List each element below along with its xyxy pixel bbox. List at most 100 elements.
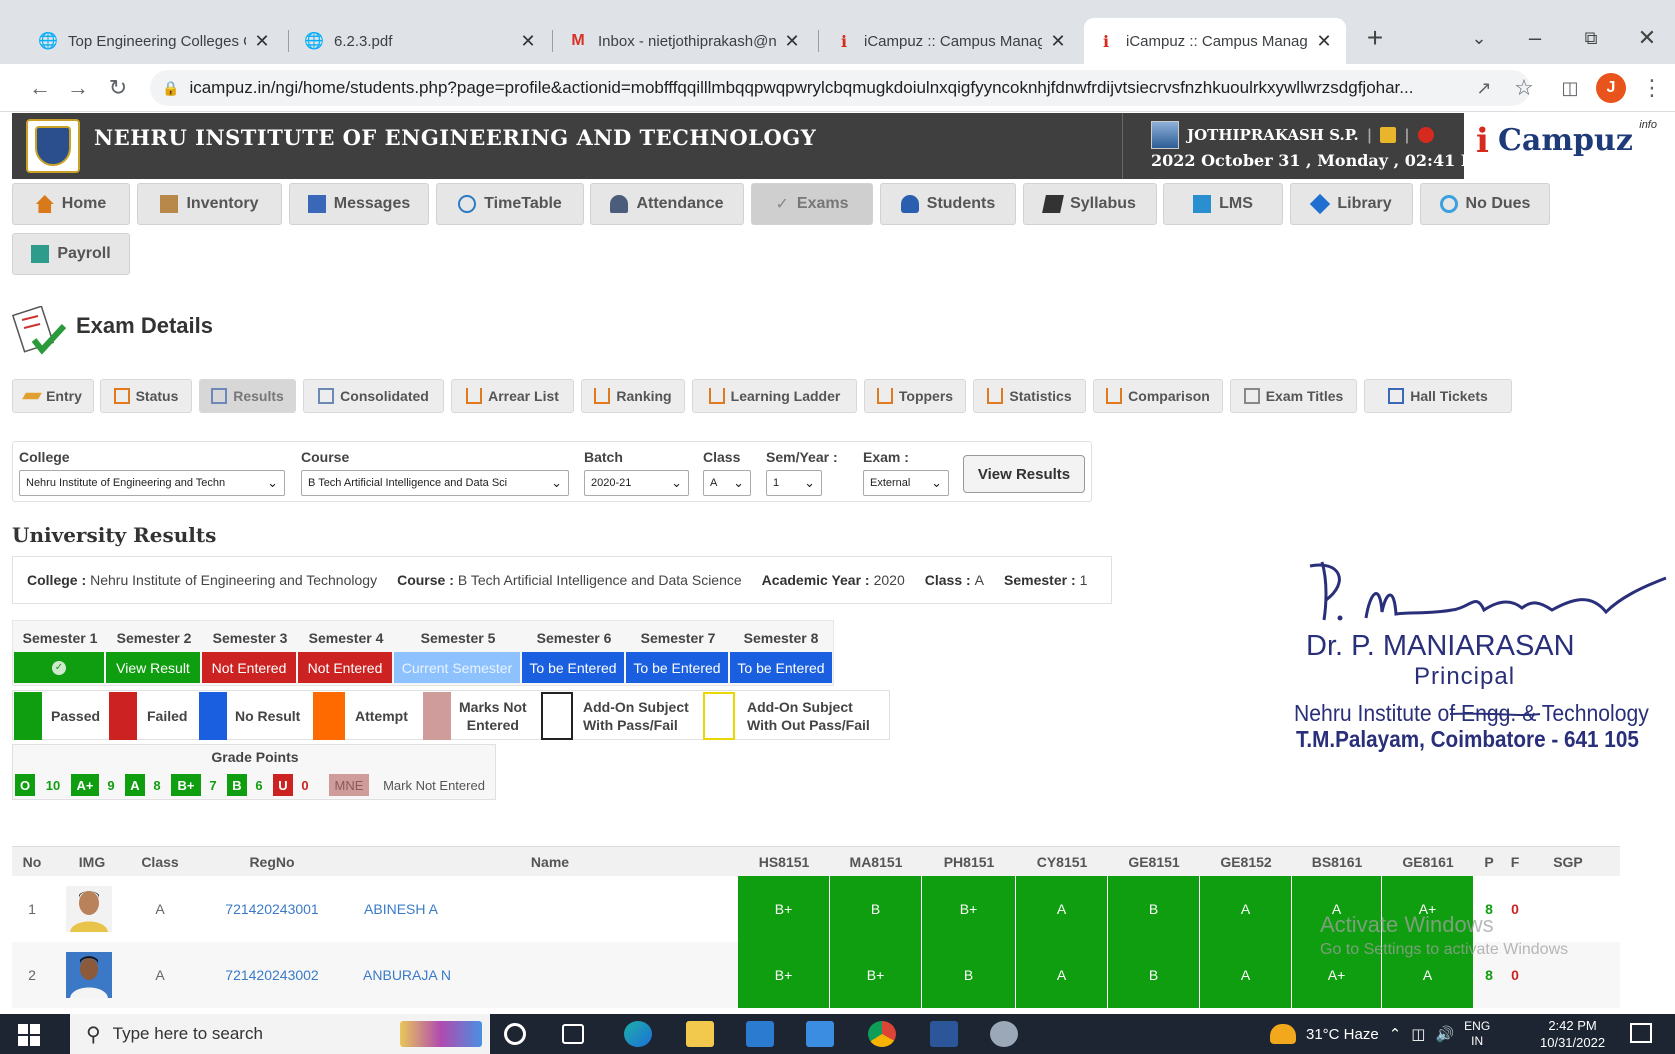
windows-start-icon[interactable] bbox=[18, 1024, 40, 1046]
user-photo[interactable] bbox=[1151, 121, 1179, 149]
nav-messages[interactable]: Messages bbox=[289, 183, 429, 225]
tab-learning-ladder[interactable]: Learning Ladder bbox=[692, 379, 857, 413]
tab-arrear-list[interactable]: Arrear List bbox=[451, 379, 574, 413]
library-icon bbox=[1310, 193, 1331, 215]
word-icon[interactable] bbox=[930, 1021, 958, 1047]
cortana-icon[interactable] bbox=[504, 1023, 526, 1045]
bookmark-star-icon[interactable]: ☆ bbox=[1506, 70, 1542, 106]
tab-consolidated[interactable]: Consolidated bbox=[303, 379, 444, 413]
activate-windows-watermark: Activate Windows bbox=[1320, 912, 1494, 937]
url-bar[interactable]: 🔒 icampuz.in/ngi/home/students.php?page=… bbox=[150, 70, 1530, 106]
institution-logo bbox=[26, 119, 80, 173]
new-tab-icon[interactable]: + bbox=[1352, 18, 1398, 58]
close-tab-icon[interactable]: ✕ bbox=[252, 31, 272, 52]
semester-2-view-result[interactable]: View Result bbox=[106, 652, 200, 683]
class-cell: A bbox=[155, 901, 165, 917]
tab-hall-tickets[interactable]: Hall Tickets bbox=[1364, 379, 1512, 413]
regno-link[interactable]: 721420243001 bbox=[192, 876, 352, 942]
grade-badge: U bbox=[273, 774, 293, 796]
mail-icon[interactable] bbox=[1380, 127, 1397, 143]
browser-tab-5-active[interactable]: i iCampuz :: Campus Manage ✕ bbox=[1084, 18, 1346, 64]
bar-chart-icon bbox=[466, 388, 483, 404]
browser-tab-2[interactable]: 🌐 6.2.3.pdf ✕ bbox=[292, 18, 550, 64]
tab-status[interactable]: Status bbox=[100, 379, 192, 413]
student-name-link[interactable]: ABINESH A bbox=[346, 876, 456, 942]
exam-select[interactable]: External ⌄ bbox=[863, 470, 949, 496]
nav-payroll[interactable]: Payroll bbox=[12, 233, 130, 275]
close-tab-icon[interactable]: ✕ bbox=[518, 31, 538, 52]
grade-cell: B bbox=[830, 876, 922, 942]
nav-attendance[interactable]: Attendance bbox=[590, 183, 744, 225]
nav-lms[interactable]: LMS bbox=[1163, 183, 1283, 225]
mail-app-icon[interactable] bbox=[806, 1021, 834, 1047]
globe-icon: 🌐 bbox=[304, 33, 324, 50]
status-icon bbox=[113, 388, 130, 404]
network-icon[interactable]: ◫ bbox=[1411, 1025, 1425, 1043]
student-photo[interactable] bbox=[66, 886, 112, 932]
nav-timetable[interactable]: TimeTable bbox=[436, 183, 584, 225]
gmail-icon: M bbox=[571, 32, 585, 49]
taskbar-clock[interactable]: 2:42 PM 10/31/2022 bbox=[1540, 1017, 1605, 1051]
language-indicator[interactable]: ENG IN bbox=[1464, 1019, 1490, 1049]
tab-search-icon[interactable]: ⌄ bbox=[1456, 18, 1502, 58]
reload-icon[interactable]: ↻ bbox=[100, 70, 136, 106]
batch-select[interactable]: 2020-21 ⌄ bbox=[584, 470, 689, 496]
back-icon[interactable]: ← bbox=[22, 70, 58, 106]
weather-text[interactable]: 31°C Haze bbox=[1306, 1026, 1379, 1043]
nav-library[interactable]: Library bbox=[1290, 183, 1413, 225]
browser-tab-3[interactable]: M Inbox - nietjothiprakash@ne ✕ bbox=[556, 18, 814, 64]
nav-exams[interactable]: ✓ Exams bbox=[751, 183, 873, 225]
tab-results[interactable]: Results bbox=[199, 379, 296, 413]
tab-toppers[interactable]: Toppers bbox=[864, 379, 966, 413]
tab-statistics[interactable]: Statistics bbox=[973, 379, 1086, 413]
share-icon[interactable]: ↗ bbox=[1466, 70, 1502, 106]
semester-1-status[interactable]: ✓ bbox=[14, 652, 104, 683]
class-select[interactable]: A ⌄ bbox=[703, 470, 751, 496]
student-name-link[interactable]: ANBURAJA N bbox=[346, 942, 468, 1008]
chevron-down-icon: ⌄ bbox=[671, 475, 682, 490]
tab-ranking[interactable]: Ranking bbox=[581, 379, 685, 413]
menu-kebab-icon[interactable]: ⋮ bbox=[1634, 70, 1670, 106]
student-photo[interactable] bbox=[66, 952, 112, 998]
close-tab-icon[interactable]: ✕ bbox=[1048, 31, 1068, 52]
profile-avatar[interactable]: J bbox=[1596, 73, 1626, 103]
bar-chart-icon bbox=[987, 388, 1004, 404]
close-window-icon[interactable]: ✕ bbox=[1624, 18, 1670, 58]
side-panel-icon[interactable]: ◫ bbox=[1552, 70, 1588, 106]
edge-browser-icon[interactable] bbox=[624, 1021, 652, 1047]
regno-link[interactable]: 721420243002 bbox=[192, 942, 352, 1008]
user-name[interactable]: JOTHIPRAKASH S.P. bbox=[1187, 126, 1359, 144]
chevron-up-icon[interactable]: ⌃ bbox=[1389, 1025, 1402, 1043]
microsoft-store-icon[interactable] bbox=[746, 1021, 774, 1047]
notification-icon[interactable] bbox=[1630, 1023, 1652, 1043]
nav-home[interactable]: Home bbox=[12, 183, 130, 225]
date-time: 2022 October 31 , Monday , 02:41 PM bbox=[1151, 151, 1491, 170]
view-results-button[interactable]: View Results bbox=[963, 455, 1085, 493]
nav-inventory[interactable]: Inventory bbox=[137, 183, 282, 225]
task-view-icon[interactable] bbox=[562, 1024, 584, 1044]
nav-students[interactable]: Students bbox=[880, 183, 1016, 225]
settings-app-icon[interactable] bbox=[990, 1021, 1018, 1047]
minimize-icon[interactable]: – bbox=[1512, 18, 1558, 58]
college-select[interactable]: Nehru Institute of Engineering and Techn… bbox=[19, 470, 285, 496]
close-tab-icon[interactable]: ✕ bbox=[1314, 31, 1334, 52]
browser-tab-4[interactable]: i iCampuz :: Campus Manage ✕ bbox=[822, 18, 1080, 64]
sem-select[interactable]: 1 ⌄ bbox=[766, 470, 822, 496]
search-highlights-icon[interactable] bbox=[400, 1021, 482, 1047]
weather-icon[interactable] bbox=[1270, 1024, 1296, 1044]
forward-icon[interactable]: → bbox=[60, 70, 96, 106]
volume-icon[interactable]: 🔊 bbox=[1435, 1025, 1454, 1043]
browser-tab-1[interactable]: 🌐 Top Engineering Colleges Co ✕ bbox=[26, 18, 284, 64]
tab-entry[interactable]: Entry bbox=[12, 379, 94, 413]
tab-exam-titles[interactable]: Exam Titles bbox=[1230, 379, 1357, 413]
tab-comparison[interactable]: Comparison bbox=[1093, 379, 1223, 413]
nav-no-dues[interactable]: No Dues bbox=[1420, 183, 1550, 225]
chrome-icon[interactable] bbox=[868, 1021, 896, 1047]
close-tab-icon[interactable]: ✕ bbox=[782, 31, 802, 52]
nav-syllabus[interactable]: Syllabus bbox=[1023, 183, 1157, 225]
grade-badge-mne: MNE bbox=[329, 774, 369, 796]
power-icon[interactable] bbox=[1417, 127, 1434, 143]
restore-icon[interactable]: ⧉ bbox=[1568, 18, 1614, 58]
file-explorer-icon[interactable] bbox=[686, 1021, 714, 1047]
course-select[interactable]: B Tech Artificial Intelligence and Data … bbox=[301, 470, 569, 496]
